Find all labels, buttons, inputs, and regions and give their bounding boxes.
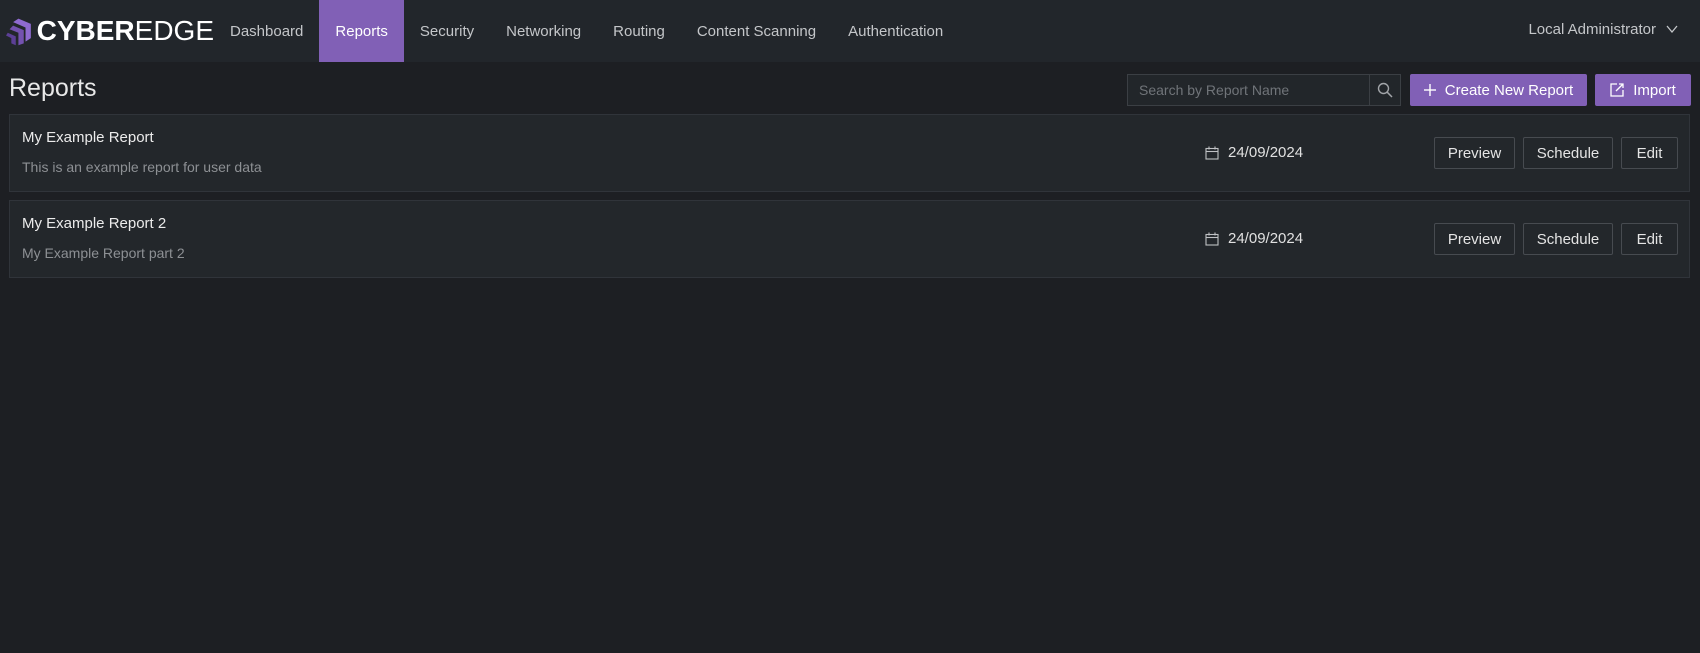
search-input[interactable] [1128,75,1369,105]
search-button[interactable] [1369,75,1400,105]
plus-icon [1423,84,1436,96]
schedule-button[interactable]: Schedule [1523,223,1613,255]
nav-item-routing[interactable]: Routing [597,0,681,62]
report-card: My Example Report 2 My Example Report pa… [9,200,1690,278]
edit-button[interactable]: Edit [1621,137,1678,169]
user-menu-label: Local Administrator [1528,20,1656,38]
calendar-icon [1205,146,1219,160]
preview-button[interactable]: Preview [1434,223,1515,255]
top-navbar: CYBEREDGE Dashboard Reports Security Net… [0,0,1700,62]
report-description: This is an example report for user data [22,159,262,175]
schedule-button[interactable]: Schedule [1523,137,1613,169]
report-date-value: 24/09/2024 [1228,144,1304,161]
logo[interactable]: CYBEREDGE [0,0,214,62]
search-icon [1377,82,1393,98]
import-button[interactable]: Import [1595,74,1691,106]
search-box [1127,74,1401,106]
import-label: Import [1633,81,1676,99]
preview-button[interactable]: Preview [1434,137,1515,169]
calendar-icon [1205,232,1219,246]
nav-item-security[interactable]: Security [404,0,490,62]
report-date: 24/09/2024 [1205,144,1303,161]
report-card: My Example Report This is an example rep… [9,114,1690,192]
user-menu[interactable]: Local Administrator [1528,0,1678,58]
import-icon [1610,83,1624,97]
logo-icon [6,18,31,46]
page-title: Reports [9,74,97,102]
logo-text: CYBEREDGE [36,15,214,46]
create-new-report-label: Create New Report [1444,81,1574,99]
nav-item-content-scanning[interactable]: Content Scanning [681,0,832,62]
report-name: My Example Report [22,129,154,146]
chevron-down-icon [1666,25,1678,33]
nav-item-networking[interactable]: Networking [490,0,597,62]
report-name: My Example Report 2 [22,215,167,232]
create-new-report-button[interactable]: Create New Report [1410,74,1587,106]
nav-item-authentication[interactable]: Authentication [832,0,959,62]
nav-item-dashboard[interactable]: Dashboard [214,0,319,62]
nav-item-reports[interactable]: Reports [319,0,404,62]
report-date: 24/09/2024 [1205,230,1303,247]
main-nav: Dashboard Reports Security Networking Ro… [214,0,959,62]
report-description: My Example Report part 2 [22,245,185,261]
report-date-value: 24/09/2024 [1228,230,1304,247]
edit-button[interactable]: Edit [1621,223,1678,255]
